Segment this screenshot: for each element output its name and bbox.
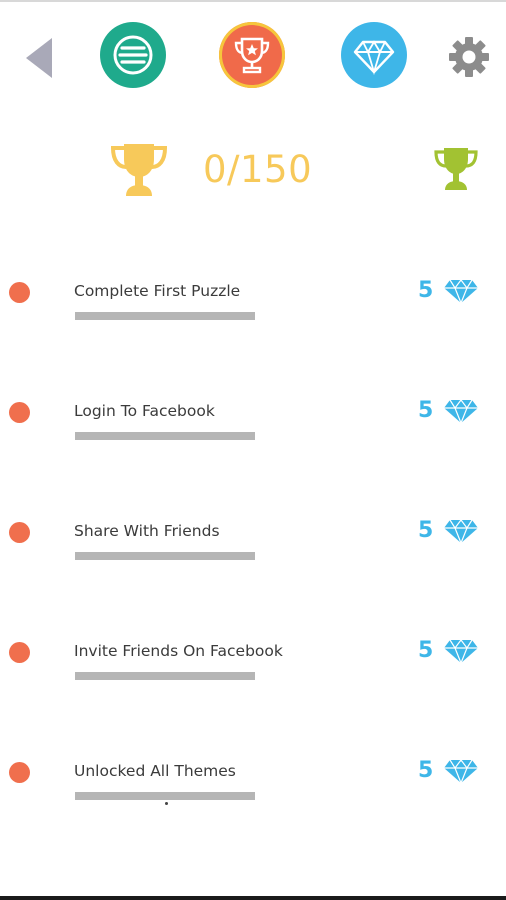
achievement-title: Complete First Puzzle xyxy=(74,282,241,300)
diamond-icon xyxy=(444,639,478,664)
back-button[interactable] xyxy=(22,36,56,80)
top-divider xyxy=(0,0,506,2)
diamond-icon xyxy=(444,399,478,424)
decorative-speck xyxy=(165,802,168,805)
diamond-icon xyxy=(353,40,395,76)
status-dot xyxy=(9,402,30,423)
achievement-title: Login To Facebook xyxy=(74,402,215,420)
status-dot xyxy=(9,282,30,303)
gems-button[interactable] xyxy=(341,22,407,88)
achievement-row: Unlocked All Themes 5 xyxy=(0,752,506,812)
status-dot xyxy=(9,762,30,783)
achievement-progress-bar xyxy=(75,792,255,800)
achievement-progress-bar xyxy=(75,552,255,560)
achievement-row: Invite Friends On Facebook 5 xyxy=(0,632,506,692)
trophy-icon xyxy=(234,37,270,74)
status-dot xyxy=(9,642,30,663)
achievement-row: Login To Facebook 5 xyxy=(0,392,506,452)
leaderboard-button[interactable] xyxy=(434,146,478,192)
achievement-progress-bar xyxy=(75,432,255,440)
achievement-row: Share With Friends 5 xyxy=(0,512,506,572)
menu-button[interactable] xyxy=(100,22,166,88)
trophy-tab-button[interactable] xyxy=(219,22,285,88)
achievement-progress-bar xyxy=(75,312,255,320)
trophy-icon xyxy=(434,148,478,190)
diamond-icon xyxy=(444,759,478,784)
achievement-progress-text: 0/150 xyxy=(203,148,313,191)
reward-amount: 5 xyxy=(418,398,434,423)
achievement-row: Complete First Puzzle 5 xyxy=(0,272,506,332)
gear-icon xyxy=(449,37,489,77)
diamond-icon xyxy=(444,519,478,544)
achievement-title: Invite Friends On Facebook xyxy=(74,642,283,660)
reward-amount: 5 xyxy=(418,638,434,663)
reward-amount: 5 xyxy=(418,278,434,303)
diamond-icon xyxy=(444,279,478,304)
reward-amount: 5 xyxy=(418,518,434,543)
achievement-title: Unlocked All Themes xyxy=(74,762,236,780)
status-dot xyxy=(9,522,30,543)
achievements-screen: 0/150 Complete First Puzzle 5 Login To F… xyxy=(0,0,506,900)
reward-amount: 5 xyxy=(418,758,434,783)
menu-lines-icon xyxy=(113,35,153,75)
gold-trophy-icon xyxy=(110,144,168,196)
achievement-progress-bar xyxy=(75,672,255,680)
settings-button[interactable] xyxy=(446,34,492,80)
achievement-title: Share With Friends xyxy=(74,522,220,540)
back-arrow-icon xyxy=(26,38,52,78)
bottom-edge xyxy=(0,896,506,900)
